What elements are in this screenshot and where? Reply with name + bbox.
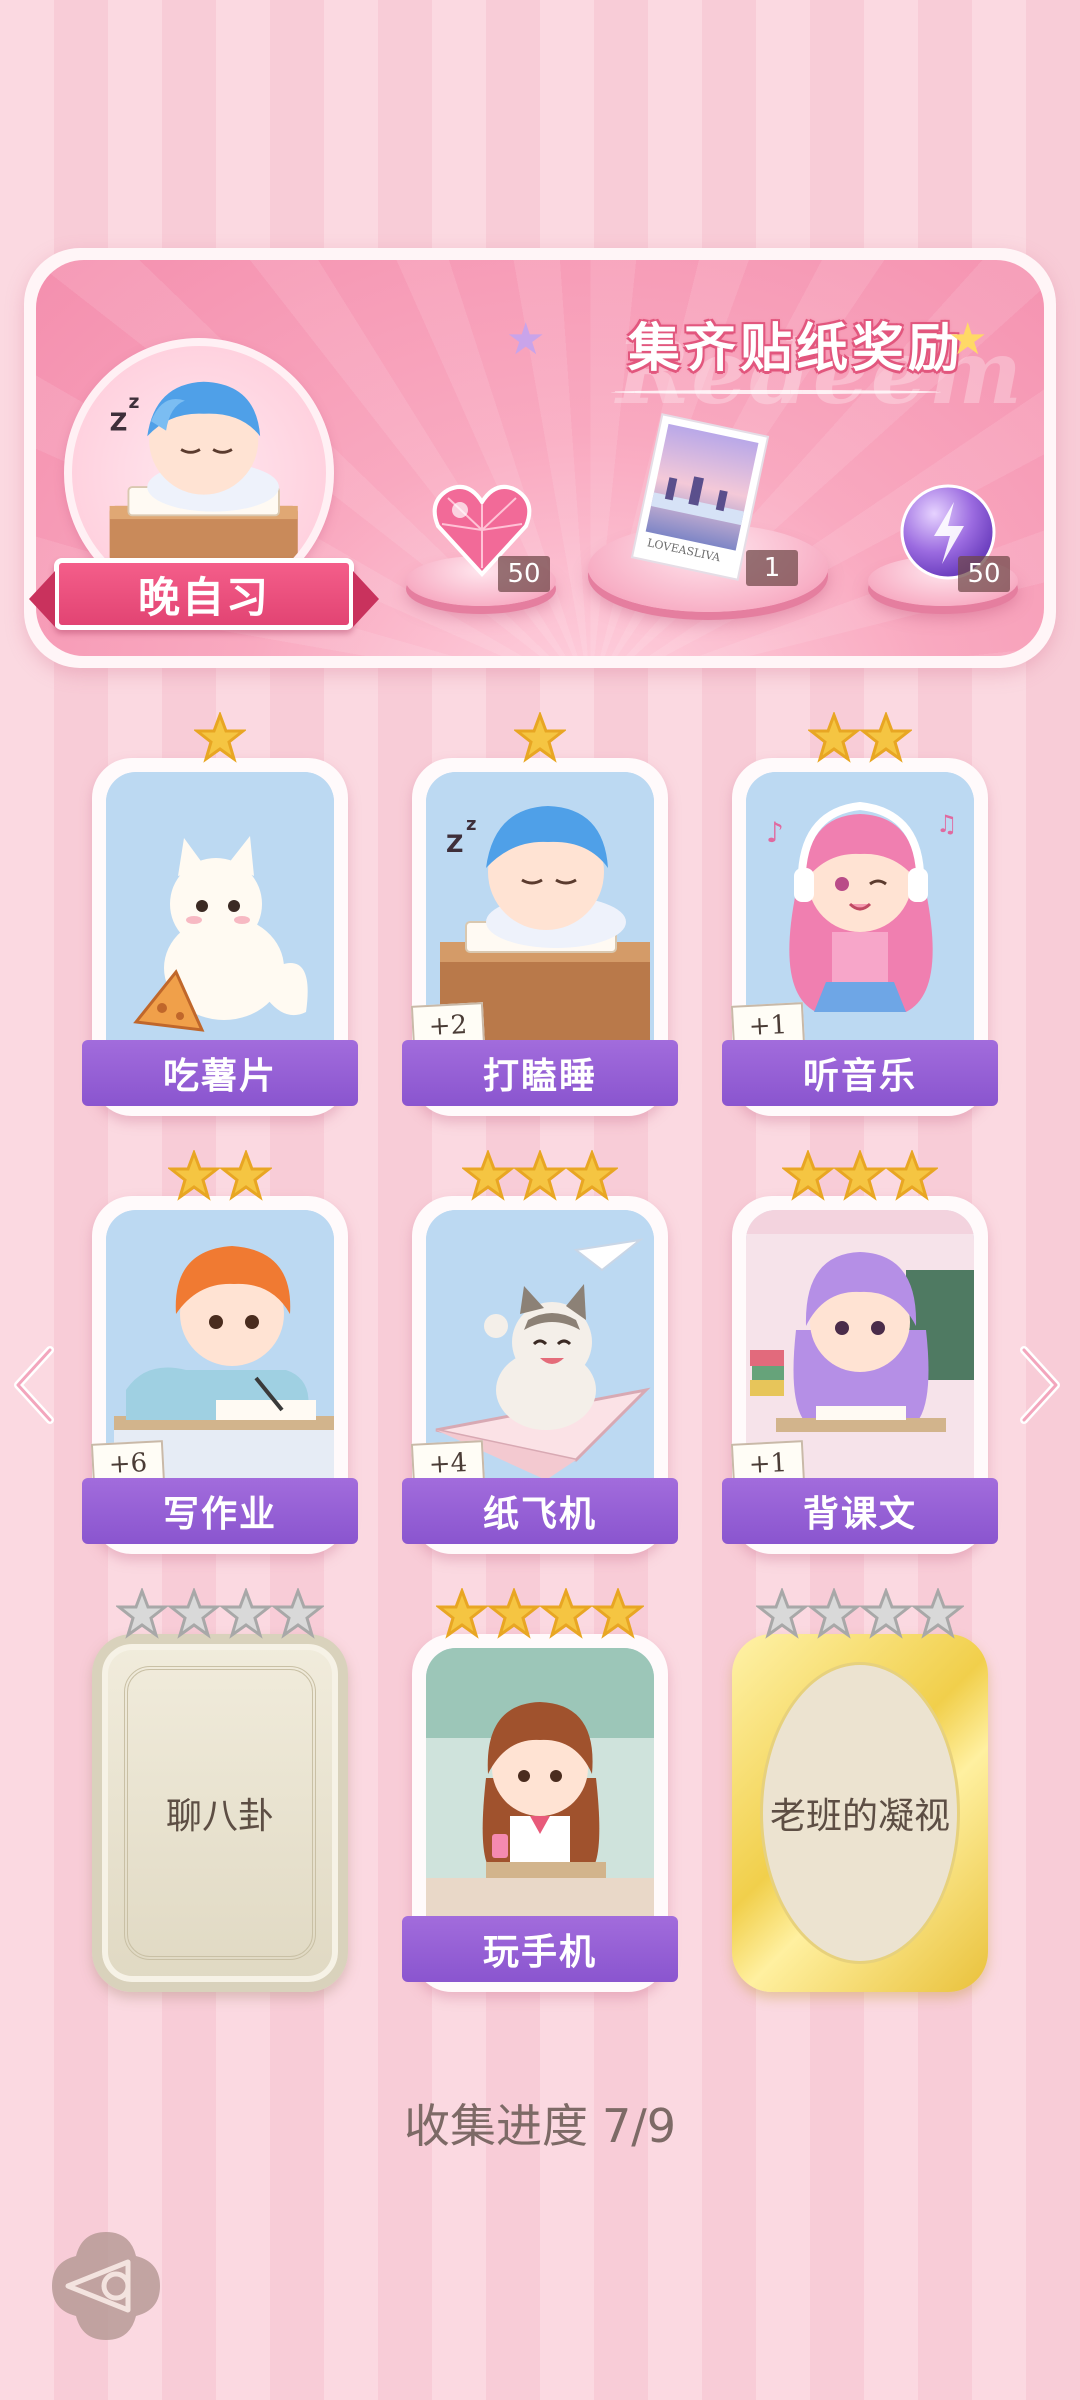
- star-icon: [886, 1150, 938, 1201]
- previous-page-arrow-icon[interactable]: [10, 1340, 60, 1430]
- star-rating: [412, 1588, 668, 1640]
- star-icon: [756, 1588, 808, 1639]
- star-icon: [782, 1150, 834, 1201]
- theme-label: 晚自习: [29, 558, 379, 630]
- back-arrow-icon: [52, 2232, 160, 2340]
- next-page-arrow-icon[interactable]: [1014, 1340, 1064, 1430]
- star-icon: [514, 712, 566, 763]
- sticker-card[interactable]: 吃薯片: [82, 712, 358, 1116]
- banner-title: 集齐贴纸奖励: [627, 318, 964, 379]
- sticker-label: 背课文: [722, 1478, 998, 1544]
- star-icon: [194, 712, 246, 763]
- progress-value: 7/9: [601, 2099, 677, 2153]
- reward-count: 1: [746, 550, 798, 586]
- collection-progress: 收集进度 7/9: [0, 2090, 1080, 2156]
- banner-title-underline: [611, 390, 941, 394]
- star-icon: [116, 1588, 168, 1639]
- star-rating: [412, 712, 668, 764]
- star-icon: ★: [948, 314, 988, 365]
- progress-label: 收集进度: [403, 2099, 588, 2153]
- sticker-label: 吃薯片: [82, 1040, 358, 1106]
- reward-count: 50: [958, 556, 1010, 592]
- star-icon: [808, 1588, 860, 1639]
- star-rating: [92, 1588, 348, 1640]
- star-icon: [860, 712, 912, 763]
- star-icon: [272, 1588, 324, 1639]
- sticker-label: 聊八卦: [165, 1796, 274, 1837]
- star-icon: [514, 1150, 566, 1201]
- star-icon: [808, 712, 860, 763]
- star-rating: [92, 1150, 348, 1202]
- star-icon: [436, 1588, 488, 1639]
- star-rating: [732, 1588, 988, 1640]
- svg-text:Z: Z: [446, 830, 463, 858]
- sticker-card[interactable]: 玩手机: [402, 1588, 678, 1992]
- svg-text:z: z: [128, 392, 139, 413]
- sticker-label: 老班的凝视: [769, 1796, 950, 1837]
- sticker-label: 纸飞机: [402, 1478, 678, 1544]
- sticker-label: 玩手机: [402, 1916, 678, 1982]
- star-icon: [566, 1150, 618, 1201]
- star-icon: [860, 1588, 912, 1639]
- star-rating: [412, 1150, 668, 1202]
- sticker-card-locked[interactable]: 聊八卦: [92, 1588, 348, 1992]
- svg-text:♫: ♫: [936, 810, 958, 838]
- star-icon: [912, 1588, 964, 1639]
- star-icon: [488, 1588, 540, 1639]
- star-rating: [732, 1150, 988, 1202]
- star-icon: [220, 1588, 272, 1639]
- star-rating: [92, 712, 348, 764]
- star-icon: [168, 1150, 220, 1201]
- reward-banner: Redeem 集齐贴纸奖励 ★ ★ 50 LOVEASLIVA 1 50 Z z…: [24, 248, 1056, 668]
- sticker-card[interactable]: +1 背课文: [722, 1150, 998, 1554]
- back-button[interactable]: [46, 2226, 166, 2346]
- star-icon: [168, 1588, 220, 1639]
- sticker-art: [106, 772, 334, 1060]
- sticker-card[interactable]: +6 写作业: [82, 1150, 358, 1554]
- reward-count: 50: [498, 556, 550, 592]
- star-icon: [462, 1150, 514, 1201]
- star-icon: [540, 1588, 592, 1639]
- svg-text:Z: Z: [110, 408, 128, 437]
- sticker-label: 听音乐: [722, 1040, 998, 1106]
- star-rating: [732, 712, 988, 764]
- sticker-card-locked[interactable]: 老班的凝视: [732, 1588, 988, 1992]
- svg-text:♪: ♪: [766, 816, 784, 849]
- star-icon: [592, 1588, 644, 1639]
- sticker-card[interactable]: +4 纸飞机: [402, 1150, 678, 1554]
- sticker-art: [426, 1648, 654, 1936]
- sticker-label: 写作业: [82, 1478, 358, 1544]
- sticker-label: 打瞌睡: [402, 1040, 678, 1106]
- star-icon: [834, 1150, 886, 1201]
- svg-text:z: z: [466, 814, 476, 835]
- star-icon: [220, 1150, 272, 1201]
- star-icon: ★: [506, 314, 546, 365]
- sticker-card[interactable]: ♪ ♫ +1 听音乐: [722, 712, 998, 1116]
- sticker-card[interactable]: Z z +2 打瞌睡: [402, 712, 678, 1116]
